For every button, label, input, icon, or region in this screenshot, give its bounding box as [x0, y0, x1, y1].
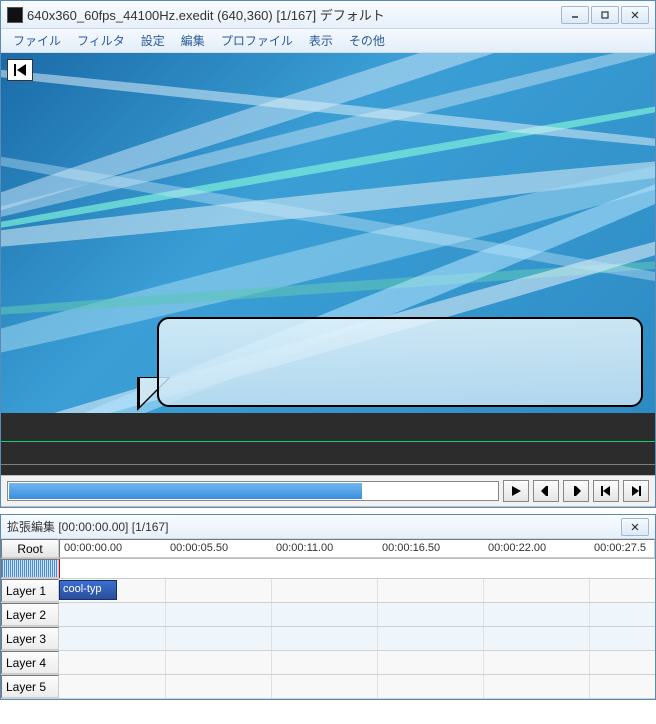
layer-row-1: Layer 1 cool-typ — [1, 579, 655, 603]
seek-bar[interactable] — [7, 481, 499, 501]
ruler-tick: 00:00:27.5 — [594, 542, 646, 554]
timeline-header: Root 00:00:00.00 00:00:05.50 00:00:11.00… — [1, 539, 655, 559]
titlebar[interactable]: 640x360_60fps_44100Hz.exedit (640,360) [… — [1, 1, 655, 29]
layer-track-3[interactable] — [59, 627, 655, 650]
ruler-tick: 00:00:00.00 — [64, 542, 122, 554]
layer-label[interactable]: Layer 2 — [1, 603, 59, 626]
window-controls — [559, 6, 649, 24]
menu-profile[interactable]: プロファイル — [213, 29, 301, 52]
skip-end-button[interactable] — [623, 480, 649, 502]
layer-track-5[interactable] — [59, 675, 655, 698]
play-button[interactable] — [503, 480, 529, 502]
ruler-tick: 00:00:22.00 — [488, 542, 546, 554]
layer-label[interactable]: Layer 1 — [1, 579, 59, 602]
maximize-button[interactable] — [591, 6, 619, 24]
layer-label[interactable]: Layer 5 — [1, 675, 59, 698]
scale-track[interactable] — [59, 559, 655, 578]
layer-track-4[interactable] — [59, 651, 655, 674]
timeline-panel: 拡張編集 [00:00:00.00] [1/167] Root 00:00:00… — [0, 514, 656, 700]
clip-cool-typ[interactable]: cool-typ — [59, 580, 117, 600]
menu-other[interactable]: その他 — [341, 29, 393, 52]
frame-forward-button[interactable] — [563, 480, 589, 502]
app-icon — [7, 7, 23, 23]
timeline-titlebar[interactable]: 拡張編集 [00:00:00.00] [1/167] — [1, 515, 655, 539]
menu-file[interactable]: ファイル — [5, 29, 69, 52]
main-window: 640x360_60fps_44100Hz.exedit (640,360) [… — [0, 0, 656, 508]
speech-bubble — [157, 317, 643, 407]
frame-back-button[interactable] — [533, 480, 559, 502]
menu-filter[interactable]: フィルタ — [69, 29, 133, 52]
layer-row-3: Layer 3 — [1, 627, 655, 651]
scale-slider[interactable] — [1, 559, 59, 578]
scale-row — [1, 559, 655, 579]
skip-start-button[interactable] — [593, 480, 619, 502]
menu-edit[interactable]: 編集 — [173, 29, 213, 52]
menu-settings[interactable]: 設定 — [133, 29, 173, 52]
layer-label[interactable]: Layer 3 — [1, 627, 59, 650]
menu-view[interactable]: 表示 — [301, 29, 341, 52]
close-button[interactable] — [621, 6, 649, 24]
preview-canvas[interactable] — [1, 53, 655, 413]
playhead[interactable] — [59, 559, 60, 578]
time-ruler[interactable]: 00:00:00.00 00:00:05.50 00:00:11.00 00:0… — [59, 539, 655, 558]
playback-controls — [1, 475, 655, 507]
layer-row-5: Layer 5 — [1, 675, 655, 699]
layer-row-2: Layer 2 — [1, 603, 655, 627]
timeline-close-button[interactable] — [621, 518, 649, 536]
ruler-tick: 00:00:11.00 — [276, 542, 333, 554]
rewind-start-button[interactable] — [7, 59, 33, 81]
menubar: ファイル フィルタ 設定 編集 プロファイル 表示 その他 — [1, 29, 655, 53]
seek-bar-fill — [9, 483, 362, 499]
layer-track-2[interactable] — [59, 603, 655, 626]
layer-row-4: Layer 4 — [1, 651, 655, 675]
ruler-tick: 00:00:16.50 — [382, 542, 440, 554]
timeline-title: 拡張編集 [00:00:00.00] [1/167] — [7, 518, 619, 535]
minimize-button[interactable] — [561, 6, 589, 24]
root-button[interactable]: Root — [1, 539, 59, 558]
audio-waveform-area — [1, 413, 655, 475]
window-title: 640x360_60fps_44100Hz.exedit (640,360) [… — [27, 5, 559, 24]
ruler-tick: 00:00:05.50 — [170, 542, 228, 554]
layer-track-1[interactable]: cool-typ — [59, 579, 655, 602]
preview-area — [1, 53, 655, 475]
layer-label[interactable]: Layer 4 — [1, 651, 59, 674]
